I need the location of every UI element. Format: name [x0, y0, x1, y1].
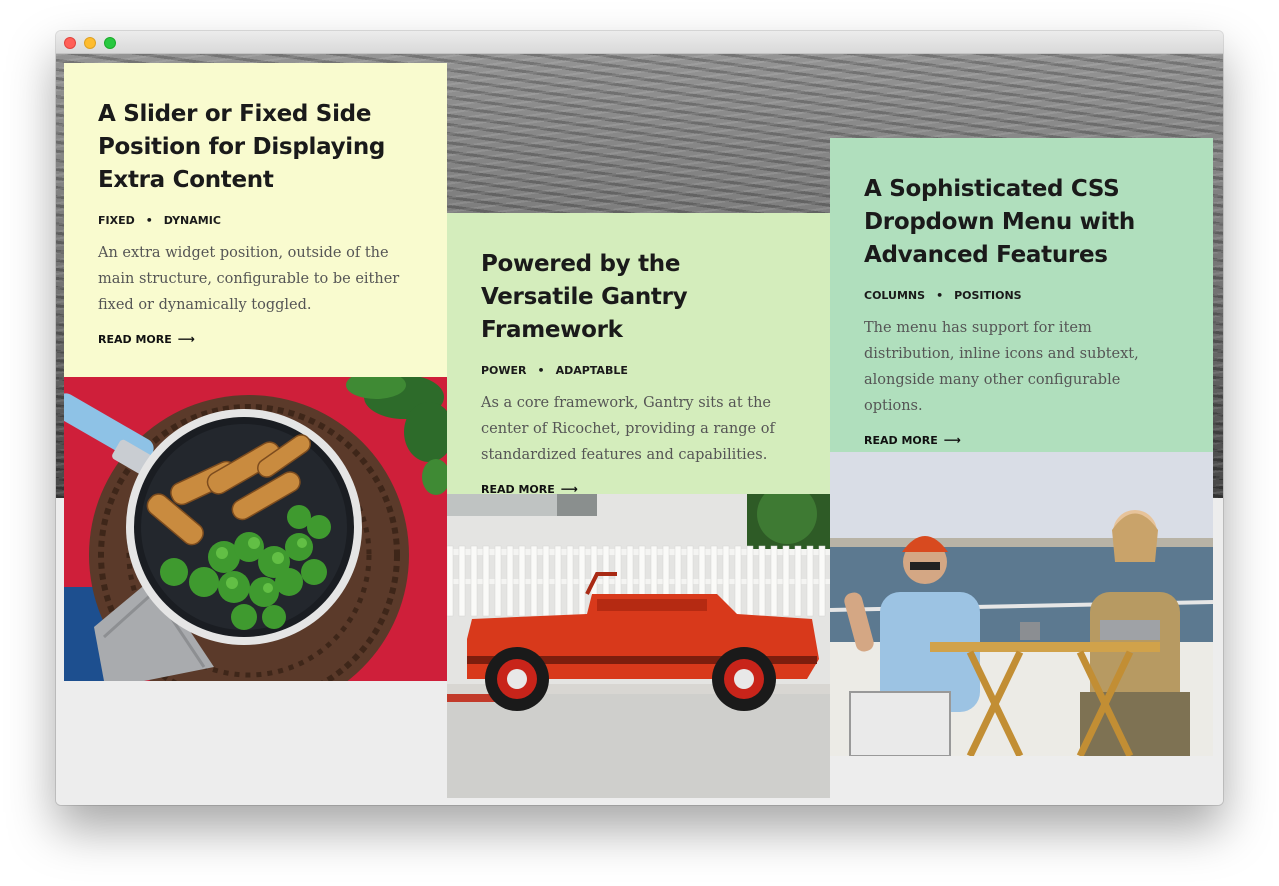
browser-window: A Slider or Fixed Side Position for Disp… — [56, 31, 1223, 805]
tag[interactable]: POWER — [481, 364, 527, 377]
card-title: Powered by the Versatile Gantry Framewor… — [481, 251, 688, 343]
tag[interactable]: ADAPTABLE — [556, 364, 628, 377]
card-tags: COLUMNS • POSITIONS — [864, 289, 1179, 302]
tag-separator: • — [537, 364, 545, 377]
feature-card-dropdown: A Sophisticated CSS Dropdown Menu with A… — [830, 138, 1213, 452]
close-window-button[interactable] — [64, 37, 76, 49]
read-more-link[interactable]: READ MORE ⟶ — [864, 433, 961, 447]
card-tags: FIXED • DYNAMIC — [98, 214, 413, 227]
tag[interactable]: DYNAMIC — [164, 214, 221, 227]
card-tags: POWER • ADAPTABLE — [481, 364, 796, 377]
card-description: An extra widget position, outside of the… — [98, 245, 400, 313]
car-photo — [447, 494, 830, 798]
arrow-right-icon: ⟶ — [177, 332, 195, 346]
feature-card-gantry: Powered by the Versatile Gantry Framewor… — [447, 213, 830, 496]
card-title: A Sophisticated CSS Dropdown Menu with A… — [864, 176, 1135, 268]
tag[interactable]: COLUMNS — [864, 289, 925, 302]
feature-card-slider: A Slider or Fixed Side Position for Disp… — [64, 63, 447, 377]
tag-separator: • — [145, 214, 153, 227]
pan-illustration — [64, 377, 447, 681]
tag-separator: • — [936, 289, 944, 302]
boat-illustration — [830, 452, 1213, 756]
boat-photo — [830, 452, 1213, 756]
card-title: A Slider or Fixed Side Position for Disp… — [98, 101, 386, 193]
tag[interactable]: POSITIONS — [954, 289, 1022, 302]
title-bar — [56, 31, 1223, 54]
card-description: The menu has support for item distributi… — [864, 320, 1139, 414]
maximize-window-button[interactable] — [104, 37, 116, 49]
read-more-link[interactable]: READ MORE ⟶ — [98, 332, 195, 346]
read-more-label: READ MORE — [98, 332, 172, 346]
food-photo — [64, 377, 447, 681]
card-description: As a core framework, Gantry sits at the … — [481, 395, 775, 463]
read-more-label: READ MORE — [864, 433, 938, 447]
page-content: A Slider or Fixed Side Position for Disp… — [56, 54, 1223, 805]
arrow-right-icon: ⟶ — [943, 433, 961, 447]
tag[interactable]: FIXED — [98, 214, 135, 227]
minimize-window-button[interactable] — [84, 37, 96, 49]
car-illustration — [447, 494, 830, 798]
